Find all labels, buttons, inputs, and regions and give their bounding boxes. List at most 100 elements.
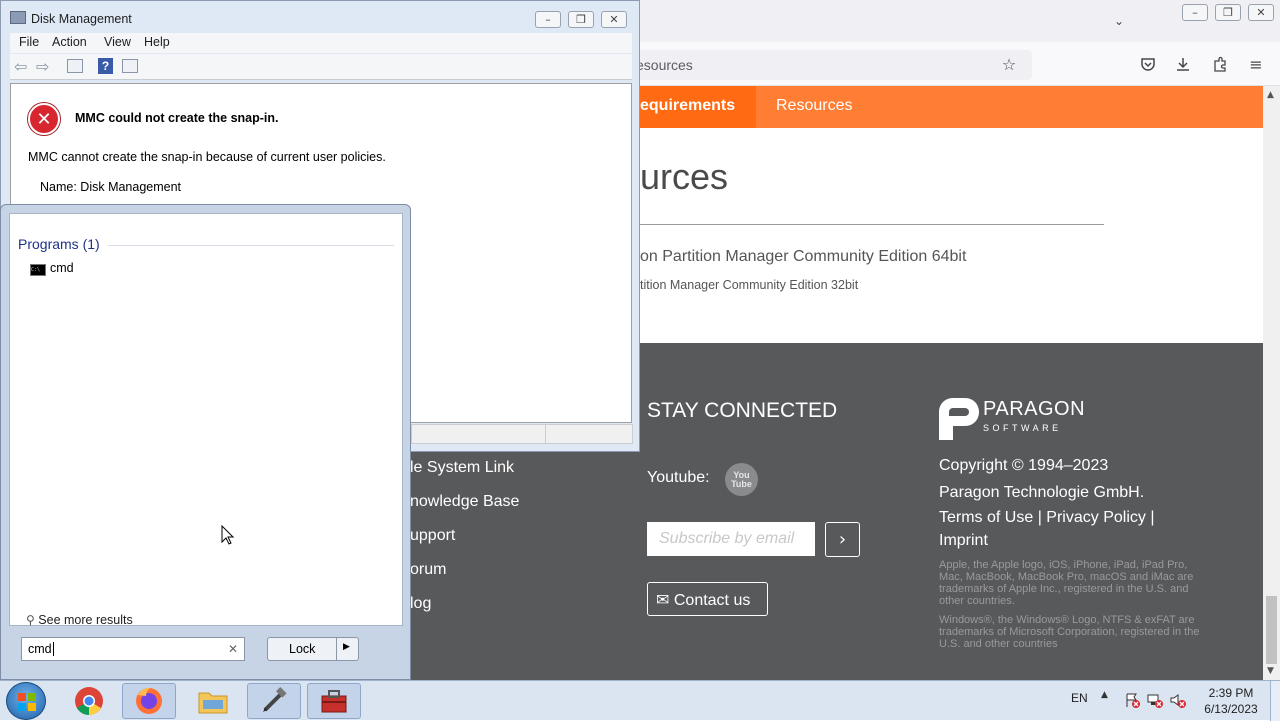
power-options-arrow-icon[interactable]: ▶ [343, 642, 350, 652]
imprint-link[interactable]: Imprint [939, 529, 988, 552]
browser-titlebar: ⌄ – ❐ ✕ [640, 0, 1280, 42]
folder-icon [198, 692, 228, 714]
menu-view[interactable]: View [104, 35, 131, 49]
system-clock[interactable]: 2:39 PM 6/13/2023 [1196, 685, 1266, 717]
nav-tab-requirements[interactable]: equirements [640, 86, 756, 128]
clock-time: 2:39 PM [1208, 686, 1254, 700]
programs-group-header: Programs (1) [18, 236, 100, 252]
footer-link-file-system-link[interactable]: le System Link [410, 459, 514, 477]
start-orb-windows-icon[interactable] [6, 682, 46, 720]
forward-arrow-icon[interactable]: ⇨ [36, 57, 49, 76]
show-hide-tree-icon[interactable] [67, 59, 83, 73]
extensions-icon[interactable] [1209, 53, 1231, 75]
satellite-tool-icon [263, 687, 287, 712]
chevron-right-icon: › [838, 529, 847, 550]
start-menu: Programs (1) C:\ cmd ⚲ See more results … [0, 204, 411, 680]
search-value: cmd [28, 642, 52, 656]
site-footer: STAY CONNECTED Youtube: You Tube Subscri… [640, 343, 1263, 680]
program-item-cmd[interactable]: C:\ cmd [30, 261, 74, 276]
lock-label: Lock [289, 642, 316, 656]
scroll-up-icon[interactable]: ▲ [1267, 90, 1274, 100]
windows-trademark-notice: Windows®, the Windows® Logo, NTFS & exFA… [939, 614, 1200, 650]
action-center-flag-icon[interactable] [1124, 692, 1140, 708]
copyright-text: Copyright © 1994–2023 [939, 457, 1109, 474]
subscribe-submit-button[interactable]: › [825, 522, 860, 557]
show-hidden-icons-icon[interactable]: ▲ [1101, 690, 1108, 700]
pocket-icon[interactable] [1137, 53, 1159, 75]
clear-search-icon[interactable]: ✕ [225, 638, 241, 660]
programs-divider [108, 245, 394, 246]
dm-close-button[interactable]: ✕ [601, 11, 627, 28]
taskbar-app-button[interactable] [247, 683, 301, 719]
program-item-label: cmd [50, 261, 74, 275]
language-indicator[interactable]: EN [1071, 691, 1088, 705]
browser-minimize-button[interactable]: – [1182, 4, 1208, 21]
taskbar-chrome-button[interactable] [62, 683, 116, 719]
see-more-results-link[interactable]: ⚲ See more results [26, 613, 133, 627]
firefox-icon [136, 687, 162, 714]
menu-action[interactable]: Action [52, 35, 87, 49]
footer-link-knowledge-base[interactable]: nowledge Base [410, 493, 519, 511]
footer-link-forum[interactable]: orum [410, 561, 446, 579]
footer-link-support[interactable]: upport [410, 527, 455, 545]
disk-management-app-icon [10, 11, 26, 24]
error-icon: ✕ [28, 103, 60, 135]
subscribe-email-input[interactable]: Subscribe by email [647, 522, 815, 556]
tab-list-chevron-icon[interactable]: ⌄ [1108, 10, 1130, 32]
url-bar[interactable]: esources [632, 50, 1032, 80]
taskbar-explorer-button[interactable] [186, 683, 240, 719]
error-message: MMC cannot create the snap-in because of… [28, 150, 386, 164]
bookmark-star-icon[interactable]: ☆ [998, 53, 1020, 75]
back-arrow-icon[interactable]: ⇦ [14, 57, 27, 76]
download-link-32bit[interactable]: tition Manager Community Edition 32bit [640, 278, 858, 292]
scrollbar-thumb[interactable] [1266, 596, 1277, 664]
browser-restore-button[interactable]: ❐ [1215, 4, 1241, 21]
start-menu-results-panel: Programs (1) C:\ cmd ⚲ See more results [9, 213, 403, 627]
stay-connected-heading: STAY CONNECTED [647, 399, 838, 422]
dm-status-bar [411, 424, 633, 444]
legal-links[interactable]: Terms of Use | Privacy Policy | [939, 506, 1154, 529]
lock-button-divider [336, 638, 337, 660]
show-desktop-button[interactable] [1270, 681, 1280, 721]
nav-tab-resources[interactable]: Resources [776, 97, 852, 115]
dm-toolbar: ⇦ ⇨ ? [10, 54, 632, 80]
see-more-label: See more results [38, 613, 133, 627]
menu-help[interactable]: Help [144, 35, 170, 49]
web-page: equirements Resources urces on Partition… [640, 86, 1263, 680]
taskbar-firefox-button[interactable] [122, 683, 176, 719]
footer-link-blog[interactable]: log [410, 595, 431, 613]
youtube-icon[interactable]: You Tube [725, 463, 758, 496]
paragon-logo[interactable]: PARAGON SOFTWARE [939, 398, 1089, 440]
contact-us-button[interactable]: ✉ Contact us [647, 582, 768, 616]
chrome-icon [75, 687, 103, 715]
download-icon[interactable] [1172, 53, 1194, 75]
apple-trademark-notice: Apple, the Apple logo, iOS, iPhone, iPad… [939, 559, 1194, 607]
youtube-label: Youtube: [647, 469, 710, 486]
help-icon[interactable]: ? [98, 58, 113, 74]
company-name: Paragon Technologie GmbH. [939, 484, 1145, 501]
disk-management-titlebar[interactable]: Disk Management – ❐ ✕ [1, 1, 639, 33]
page-scrollbar[interactable]: ▲ ▼ [1263, 86, 1280, 680]
network-icon[interactable] [1147, 692, 1163, 708]
toolbox-icon [321, 690, 347, 713]
error-name: Name: Disk Management [40, 180, 182, 194]
properties-icon[interactable] [122, 59, 138, 73]
logo-name: PARAGON [983, 398, 1086, 420]
text-caret [52, 642, 54, 656]
app-menu-icon[interactable]: ≡ [1245, 53, 1267, 75]
volume-muted-icon[interactable] [1170, 692, 1186, 708]
download-link-64bit[interactable]: on Partition Manager Community Edition 6… [640, 248, 966, 266]
menu-file[interactable]: File [19, 35, 39, 49]
dm-minimize-button[interactable]: – [535, 11, 561, 28]
scroll-down-icon[interactable]: ▼ [1267, 666, 1274, 676]
dm-restore-button[interactable]: ❐ [568, 11, 594, 28]
envelope-icon: ✉ [656, 590, 670, 609]
taskbar-toolbox-button[interactable] [307, 683, 361, 719]
lock-button[interactable]: Lock ▶ [267, 637, 359, 661]
window-title: Disk Management [31, 12, 132, 26]
mouse-cursor-icon [221, 524, 235, 545]
url-text: esources [636, 57, 693, 73]
browser-close-button[interactable]: ✕ [1248, 4, 1274, 21]
start-search-input[interactable]: cmd ✕ [21, 637, 245, 661]
magnifier-icon: ⚲ [26, 613, 35, 627]
